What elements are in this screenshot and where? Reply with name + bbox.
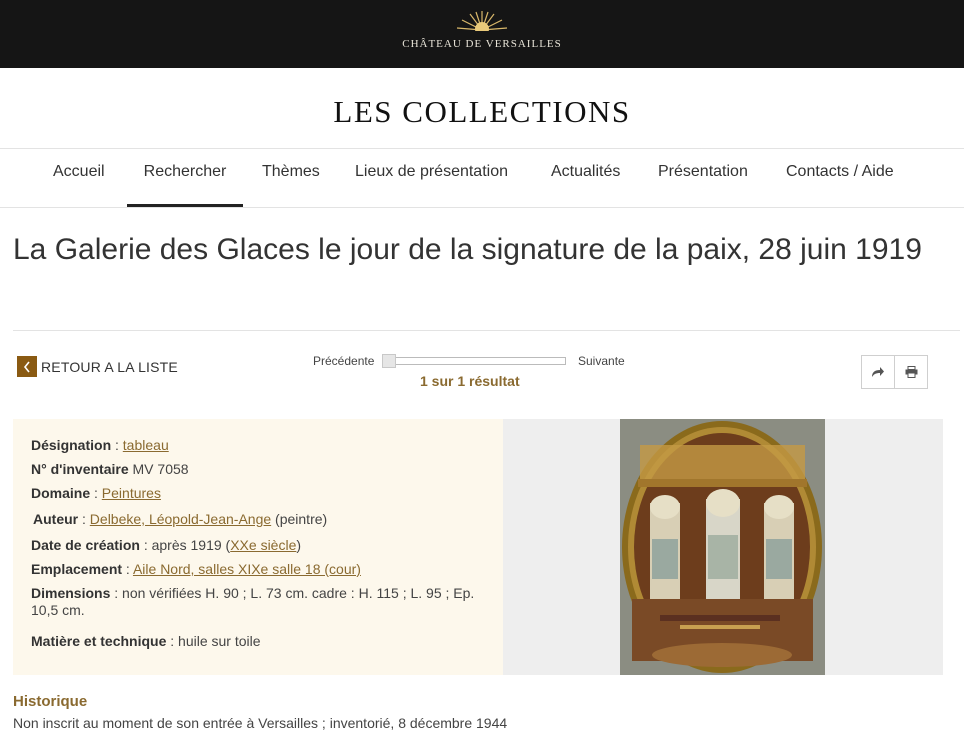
nav-item-contacts[interactable]: Contacts / Aide (786, 149, 894, 207)
date-close: ) (296, 537, 302, 553)
date-value: après 1919 ( (151, 537, 231, 553)
back-to-list-label: RETOUR A LA LISTE (41, 358, 178, 375)
dimensions-key: Dimensions (31, 585, 111, 601)
divider (13, 330, 960, 331)
nav-item-accueil[interactable]: Accueil (53, 149, 105, 207)
domain-row: Domaine : Peintures (31, 485, 161, 501)
domain-key: Domaine (31, 485, 91, 501)
date-key: Date de création (31, 537, 140, 553)
inventory-key: N° d'inventaire (31, 461, 129, 477)
author-key: Auteur (33, 511, 79, 527)
pager-slider-handle[interactable] (382, 354, 396, 368)
top-bar: CHÂTEAU DE VERSAILLES (0, 0, 964, 68)
dimensions-row: Dimensions : non vérifiées H. 90 ; L. 73… (31, 585, 475, 618)
location-link[interactable]: Aile Nord, salles XIXe salle 18 (cour) (133, 561, 361, 577)
location-row: Emplacement : Aile Nord, salles XIXe sal… (31, 561, 361, 577)
page-title: La Galerie des Glaces le jour de la sign… (13, 233, 922, 266)
main-nav: Accueil Rechercher Thèmes Lieux de prése… (0, 148, 964, 208)
designation-link[interactable]: tableau (123, 437, 169, 453)
print-button[interactable] (894, 355, 928, 389)
author-link[interactable]: Delbeke, Léopold-Jean-Ange (90, 511, 271, 527)
site-logo[interactable]: CHÂTEAU DE VERSAILLES (0, 10, 964, 58)
result-count: 1 sur 1 résultat (420, 373, 520, 389)
date-row: Date de création : après 1919 (XXe siècl… (31, 537, 302, 553)
author-row: Auteur : Delbeke, Léopold-Jean-Ange (pei… (33, 511, 328, 527)
century-link[interactable]: XXe siècle (230, 537, 296, 553)
technique-key: Matière et technique (31, 633, 167, 649)
print-icon (905, 366, 917, 378)
nav-item-themes[interactable]: Thèmes (262, 149, 320, 207)
chevron-left-icon (17, 356, 37, 377)
share-icon (872, 367, 884, 377)
nav-item-rechercher[interactable]: Rechercher (127, 149, 243, 207)
nav-item-actualites[interactable]: Actualités (551, 149, 620, 207)
inventory-row: N° d'inventaire MV 7058 (31, 461, 491, 478)
history-text: Non inscrit au moment de son entrée à Ve… (13, 715, 508, 731)
designation-key: Désignation (31, 437, 112, 453)
logo-text: CHÂTEAU DE VERSAILLES (402, 38, 562, 50)
back-to-list-link[interactable]: RETOUR A LA LISTE (17, 356, 178, 377)
site-title[interactable]: LES COLLECTIONS (0, 94, 964, 130)
share-button[interactable] (861, 355, 895, 389)
pager-previous[interactable]: Précédente (313, 354, 374, 368)
designation-row: Désignation : tableau (31, 437, 169, 453)
technique-value: huile sur toile (178, 633, 261, 649)
history-title: Historique (13, 693, 88, 710)
inventory-value: MV 7058 (132, 461, 189, 477)
artwork-image[interactable] (620, 419, 825, 675)
technique-row: Matière et technique : huile sur toile (31, 633, 261, 649)
nav-item-lieux[interactable]: Lieux de présentation (355, 149, 508, 207)
author-role: (peintre) (275, 511, 328, 527)
pager-slider-track[interactable] (383, 357, 566, 365)
sun-emblem-icon (452, 11, 512, 36)
pager-next[interactable]: Suivante (578, 354, 625, 368)
location-key: Emplacement (31, 561, 123, 577)
details-panel: Désignation : tableau N° d'inventaire MV… (13, 419, 503, 675)
nav-item-presentation[interactable]: Présentation (658, 149, 748, 207)
domain-link[interactable]: Peintures (102, 485, 161, 501)
